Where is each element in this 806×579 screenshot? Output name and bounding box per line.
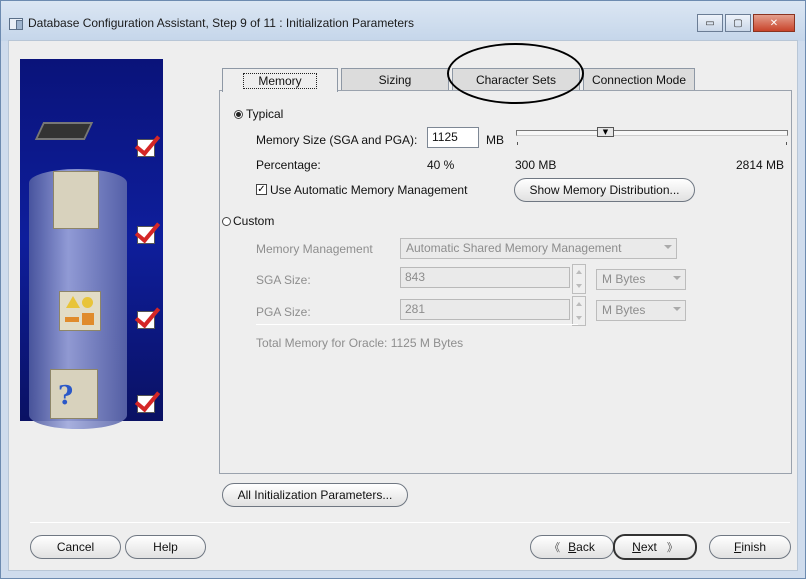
documents-icon xyxy=(53,171,99,229)
step-complete-check-icon xyxy=(137,139,155,157)
divider xyxy=(256,324,578,325)
memory-chip-icon xyxy=(34,122,94,140)
tab-sizing[interactable]: Sizing xyxy=(341,68,449,91)
triangle-icon xyxy=(66,296,80,308)
cancel-button[interactable]: Cancel xyxy=(30,535,121,559)
use-amm-checkbox[interactable]: ✓ xyxy=(256,184,267,195)
back-button[interactable]: 《 Back xyxy=(530,535,614,559)
percentage-label: Percentage: xyxy=(256,158,321,172)
percentage-value: 40 % xyxy=(427,158,455,172)
square-icon xyxy=(82,313,94,325)
sga-size-label: SGA Size: xyxy=(256,273,311,287)
memory-size-label: Memory Size (SGA and PGA): xyxy=(256,133,418,147)
chevron-down-icon xyxy=(673,307,681,311)
sga-unit-select[interactable]: M Bytes xyxy=(596,269,686,290)
total-memory-text: Total Memory for Oracle: 1125 M Bytes xyxy=(256,336,464,350)
minimize-icon: ▭ xyxy=(705,17,715,29)
slider-tick xyxy=(517,142,518,145)
maximize-icon: ▢ xyxy=(733,17,743,29)
chevron-right-icon: 》 xyxy=(666,542,678,554)
close-icon: ✕ xyxy=(769,17,779,29)
slider-thumb-icon: ▼ xyxy=(602,127,609,136)
memory-management-label: Memory Management xyxy=(256,242,373,256)
custom-radio[interactable] xyxy=(222,217,231,226)
tab-character-sets[interactable]: Character Sets xyxy=(452,68,580,91)
sga-size-input[interactable]: 843 xyxy=(400,267,570,288)
pga-size-input[interactable]: 281 xyxy=(400,299,570,320)
memory-size-slider-thumb[interactable]: ▼ xyxy=(597,127,614,137)
chevron-down-icon xyxy=(664,245,672,249)
pga-unit-select[interactable]: M Bytes xyxy=(596,300,686,321)
chevron-down-icon xyxy=(673,276,681,280)
footer-divider xyxy=(30,522,790,523)
custom-label: Custom xyxy=(233,214,275,228)
question-mark-icon: ? xyxy=(58,381,74,411)
step-complete-check-icon xyxy=(137,311,155,329)
pga-size-spinner[interactable] xyxy=(572,296,586,326)
typical-label: Typical xyxy=(246,107,284,121)
next-button[interactable]: Next 》 xyxy=(613,534,697,560)
tab-connection-mode[interactable]: Connection Mode xyxy=(583,68,695,91)
step-complete-check-icon xyxy=(137,395,155,413)
typical-radio[interactable] xyxy=(234,110,243,119)
checkmark-icon: ✓ xyxy=(257,184,266,195)
memory-size-input[interactable]: 1125 xyxy=(427,127,479,148)
pga-size-label: PGA Size: xyxy=(256,305,311,319)
show-memory-distribution-button[interactable]: Show Memory Distribution... xyxy=(514,178,695,202)
use-amm-label: Use Automatic Memory Management xyxy=(270,183,468,197)
circle-icon xyxy=(82,297,93,308)
close-button[interactable]: ✕ xyxy=(753,14,795,32)
slider-tick xyxy=(786,142,787,145)
slider-max-label: 2814 MB xyxy=(736,158,785,172)
tab-memory[interactable]: Memory xyxy=(222,68,338,92)
bar-icon xyxy=(65,317,79,322)
memory-size-slider-track[interactable] xyxy=(516,130,788,136)
title-bar: Database Configuration Assistant, Step 9… xyxy=(1,1,805,41)
all-initialization-parameters-button[interactable]: All Initialization Parameters... xyxy=(222,483,408,507)
memory-size-unit: MB xyxy=(486,133,504,147)
minimize-button[interactable]: ▭ xyxy=(697,14,723,32)
step-complete-check-icon xyxy=(137,226,155,244)
wizard-steps-illustration: ? xyxy=(20,59,163,429)
memory-management-select[interactable]: Automatic Shared Memory Management xyxy=(400,238,677,259)
window-title: Database Configuration Assistant, Step 9… xyxy=(28,16,414,30)
maximize-button[interactable]: ▢ xyxy=(725,14,751,32)
finish-button[interactable]: Finish xyxy=(709,535,791,559)
help-button[interactable]: Help xyxy=(125,535,206,559)
chevron-left-icon: 《 xyxy=(549,542,561,554)
sga-size-spinner[interactable] xyxy=(572,264,586,294)
app-icon xyxy=(9,18,23,30)
slider-min-label: 300 MB xyxy=(515,158,557,172)
